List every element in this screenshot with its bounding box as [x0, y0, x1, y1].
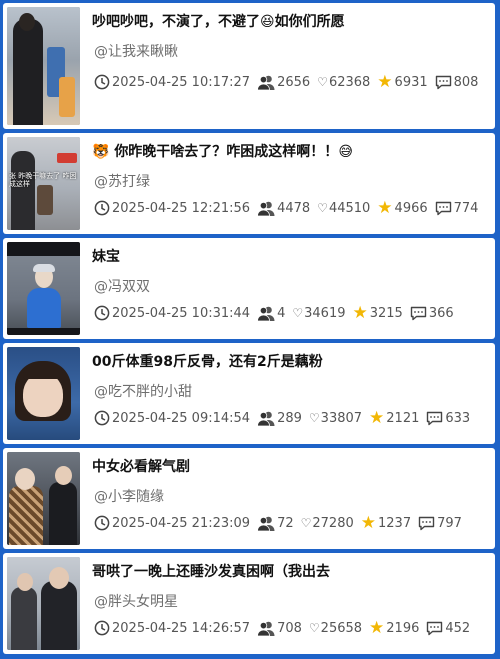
author-name[interactable]: @冯双双 — [94, 276, 150, 296]
list-item[interactable]: 吵吧吵吧，不演了，不避了😆如你们所愿 @让我来瞅瞅 2025-04-25 10:… — [3, 3, 495, 129]
users-icon — [257, 201, 275, 216]
post-time: 2025-04-25 14:26:57 — [112, 620, 251, 636]
video-thumbnail[interactable] — [7, 557, 80, 650]
follow-count: 4 — [277, 305, 286, 321]
author-name[interactable]: @小李随缘 — [94, 486, 164, 506]
post-title[interactable]: 🐯 你昨晚干啥去了？咋困成这样啊！！😅 — [92, 141, 487, 161]
sweat-smile-emoji-icon: 😅 — [338, 144, 353, 160]
comment-count: 366 — [428, 305, 454, 321]
comment-count: 633 — [445, 410, 471, 426]
list-item[interactable]: 00斤体重98斤反骨，还有2斤是藕粉 @吃不胖的小甜 2025-04-25 09… — [3, 343, 495, 444]
comment-count: 774 — [453, 200, 479, 216]
video-feed: 吵吧吵吧，不演了，不避了😆如你们所愿 @让我来瞅瞅 2025-04-25 10:… — [0, 0, 500, 659]
author-name[interactable]: @胖头女明星 — [94, 591, 178, 611]
list-item[interactable]: 妹宝 @冯双双 2025-04-25 10:31:44 4 ♡ 34619 ★ … — [3, 238, 495, 339]
users-icon — [257, 411, 275, 426]
clock-icon — [94, 74, 110, 90]
follow-count: 4478 — [277, 200, 311, 216]
clock-icon — [94, 410, 110, 426]
post-time: 2025-04-25 12:21:56 — [112, 200, 251, 216]
list-item[interactable]: 哥哄了一晚上还睡沙发真困啊（我出去 @胖头女明星 2025-04-25 14:2… — [3, 553, 495, 654]
comment-icon[interactable] — [426, 621, 443, 636]
follow-count: 72 — [277, 515, 294, 531]
users-icon — [257, 516, 275, 531]
users-icon — [257, 75, 275, 90]
post-stats: 2025-04-25 09:14:54 289 ♡ 33807 ★ 2121 6… — [94, 407, 489, 429]
like-count: 33807 — [320, 410, 363, 426]
heart-icon[interactable]: ♡ — [292, 306, 303, 320]
post-time: 2025-04-25 09:14:54 — [112, 410, 251, 426]
star-icon[interactable]: ★ — [352, 304, 367, 322]
heart-icon[interactable]: ♡ — [309, 621, 320, 635]
like-count: 34619 — [304, 305, 346, 321]
list-item[interactable]: 中女必看解气剧 @小李随缘 2025-04-25 21:23:09 72 ♡ 2… — [3, 448, 495, 549]
post-stats: 2025-04-25 12:21:56 4478 ♡ 44510 ★ 4966 … — [94, 197, 489, 219]
post-stats: 2025-04-25 10:31:44 4 ♡ 34619 ★ 3215 366 — [94, 302, 489, 324]
post-time: 2025-04-25 21:23:09 — [112, 515, 251, 531]
clock-icon — [94, 620, 110, 636]
video-thumbnail[interactable]: 张 昨晚干嘛去了 咋困成这样 — [7, 137, 80, 230]
star-count: 3215 — [369, 305, 403, 321]
grin-emoji-icon: 😆 — [260, 14, 275, 30]
follow-count: 708 — [277, 620, 302, 636]
star-icon[interactable]: ★ — [377, 199, 392, 217]
tiger-emoji-icon: 🐯 — [92, 144, 110, 160]
star-icon[interactable]: ★ — [369, 619, 384, 637]
video-thumbnail[interactable] — [7, 242, 80, 335]
follow-count: 2656 — [277, 74, 311, 90]
heart-icon[interactable]: ♡ — [301, 516, 312, 530]
heart-icon[interactable]: ♡ — [317, 201, 328, 215]
author-name[interactable]: @吃不胖的小甜 — [94, 381, 192, 401]
post-stats: 2025-04-25 21:23:09 72 ♡ 27280 ★ 1237 79… — [94, 512, 489, 534]
users-icon — [257, 306, 275, 321]
clock-icon — [94, 200, 110, 216]
comment-count: 808 — [453, 74, 479, 90]
video-thumbnail[interactable] — [7, 347, 80, 440]
comment-icon[interactable] — [435, 201, 452, 216]
post-title[interactable]: 哥哄了一晚上还睡沙发真困啊（我出去 — [92, 561, 487, 581]
star-icon[interactable]: ★ — [361, 514, 376, 532]
star-count: 2121 — [386, 410, 420, 426]
post-title[interactable]: 中女必看解气剧 — [92, 456, 487, 476]
video-thumbnail[interactable] — [7, 452, 80, 545]
post-stats: 2025-04-25 10:17:27 2656 ♡ 62368 ★ 6931 … — [94, 71, 489, 93]
list-item[interactable]: 张 昨晚干嘛去了 咋困成这样 🐯 你昨晚干啥去了？咋困成这样啊！！😅 @苏打绿 … — [3, 133, 495, 234]
users-icon — [257, 621, 275, 636]
clock-icon — [94, 515, 110, 531]
like-count: 25658 — [320, 620, 363, 636]
thumbnail-caption: 张 昨晚干嘛去了 咋困成这样 — [9, 172, 77, 189]
star-count: 4966 — [394, 200, 428, 216]
post-title[interactable]: 吵吧吵吧，不演了，不避了😆如你们所愿 — [92, 11, 487, 31]
star-icon[interactable]: ★ — [377, 73, 392, 91]
post-time: 2025-04-25 10:17:27 — [112, 74, 251, 90]
follow-count: 289 — [277, 410, 302, 426]
heart-icon[interactable]: ♡ — [317, 75, 328, 89]
comment-count: 797 — [437, 515, 462, 531]
post-title[interactable]: 00斤体重98斤反骨，还有2斤是藕粉 — [92, 351, 487, 371]
comment-count: 452 — [445, 620, 471, 636]
star-count: 2196 — [386, 620, 420, 636]
like-count: 27280 — [312, 515, 354, 531]
post-stats: 2025-04-25 14:26:57 708 ♡ 25658 ★ 2196 4… — [94, 617, 489, 639]
comment-icon[interactable] — [410, 306, 427, 321]
star-icon[interactable]: ★ — [369, 409, 384, 427]
comment-icon[interactable] — [418, 516, 435, 531]
post-time: 2025-04-25 10:31:44 — [112, 305, 251, 321]
clock-icon — [94, 305, 110, 321]
comment-icon[interactable] — [435, 75, 452, 90]
post-title[interactable]: 妹宝 — [92, 246, 487, 266]
author-name[interactable]: @让我来瞅瞅 — [94, 41, 178, 61]
heart-icon[interactable]: ♡ — [309, 411, 320, 425]
comment-icon[interactable] — [426, 411, 443, 426]
video-thumbnail[interactable] — [7, 7, 80, 125]
author-name[interactable]: @苏打绿 — [94, 171, 150, 191]
like-count: 44510 — [328, 200, 371, 216]
like-count: 62368 — [328, 74, 371, 90]
star-count: 6931 — [394, 74, 428, 90]
star-count: 1237 — [378, 515, 412, 531]
